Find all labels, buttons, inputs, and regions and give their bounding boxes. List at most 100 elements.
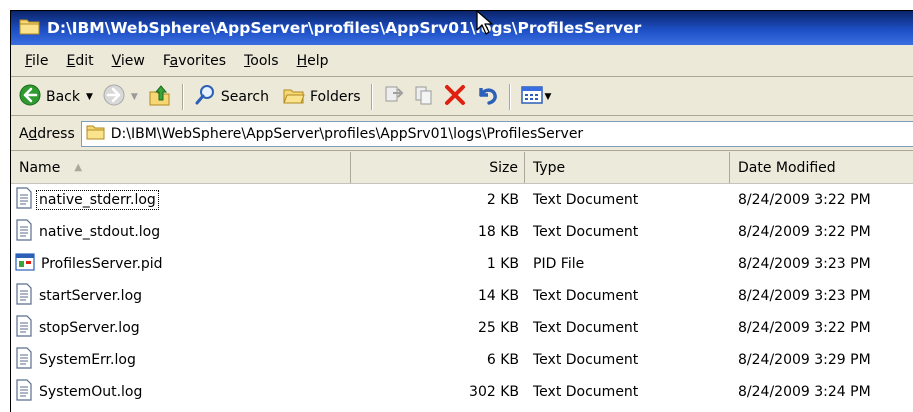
file-size: 1 KB: [486, 256, 519, 272]
table-row[interactable]: startServer.log 14 KB Text Document 8/24…: [11, 280, 913, 312]
move-to-icon: [383, 84, 405, 110]
forward-dropdown-icon[interactable]: ▼: [131, 92, 138, 102]
file-list[interactable]: Name ▲ Size Type Date Modified native_st…: [11, 152, 913, 412]
column-header-size[interactable]: Size: [351, 152, 525, 183]
undo-icon: [475, 83, 499, 111]
file-size: 2 KB: [486, 192, 519, 208]
forward-button[interactable]: ▼: [99, 82, 144, 112]
file-name: ProfilesServer.pid: [41, 256, 163, 272]
menu-favorites[interactable]: Favorites: [155, 53, 236, 69]
file-type: Text Document: [533, 384, 639, 400]
text-file-icon: [15, 379, 33, 405]
file-type: PID File: [533, 256, 585, 272]
text-file-icon: [15, 219, 33, 245]
sort-ascending-icon: ▲: [74, 162, 83, 173]
column-header-name-label: Name: [19, 159, 61, 176]
address-label: Address: [19, 125, 75, 142]
table-row[interactable]: SystemErr.log 6 KB Text Document 8/24/20…: [11, 344, 913, 376]
title-bar[interactable]: D:\IBM\WebSphere\AppServer\profiles\AppS…: [11, 11, 913, 45]
file-size: 18 KB: [477, 224, 519, 240]
file-size: 25 KB: [477, 320, 519, 336]
file-name-cell: SystemErr.log: [11, 347, 351, 373]
file-type: Text Document: [533, 288, 639, 304]
menu-view[interactable]: View: [104, 53, 155, 69]
file-type: Text Document: [533, 320, 639, 336]
up-folder-button[interactable]: [144, 82, 176, 112]
menu-tools[interactable]: Tools: [236, 53, 289, 69]
text-file-icon: [15, 347, 33, 373]
back-label: Back: [46, 88, 80, 105]
table-row[interactable]: ProfilesServer.pid 1 KB PID File 8/24/20…: [11, 248, 913, 280]
file-name-cell: native_stderr.log: [11, 187, 351, 213]
file-size: 14 KB: [477, 288, 519, 304]
folders-button[interactable]: Folders: [279, 82, 365, 112]
column-header-row: Name ▲ Size Type Date Modified: [11, 152, 913, 184]
views-button[interactable]: ▼: [517, 82, 558, 112]
file-rows: native_stderr.log 2 KB Text Document 8/2…: [11, 184, 913, 408]
delete-button[interactable]: [439, 82, 471, 112]
toolbar-separator: [508, 83, 511, 110]
column-header-name[interactable]: Name ▲: [11, 152, 351, 183]
table-row[interactable]: SystemOut.log 302 KB Text Document 8/24/…: [11, 376, 913, 408]
file-name: startServer.log: [39, 288, 143, 304]
copy-to-button[interactable]: [409, 82, 439, 112]
up-folder-icon: [148, 83, 172, 111]
table-row[interactable]: stopServer.log 25 KB Text Document 8/24/…: [11, 312, 913, 344]
column-header-date-modified[interactable]: Date Modified: [730, 152, 913, 183]
file-name: stopServer.log: [39, 320, 140, 336]
column-header-type[interactable]: Type: [525, 152, 730, 183]
text-file-icon: [15, 315, 33, 341]
file-size: 6 KB: [486, 352, 519, 368]
file-name-cell: stopServer.log: [11, 315, 351, 341]
address-value: D:\IBM\WebSphere\AppServer\profiles\AppS…: [110, 125, 584, 142]
folder-icon: [86, 124, 106, 144]
file-date-modified: 8/24/2009 3:22 PM: [738, 192, 871, 208]
search-button[interactable]: Search: [190, 82, 273, 112]
back-dropdown-icon[interactable]: ▼: [86, 92, 93, 102]
back-button[interactable]: Back ▼: [15, 82, 99, 112]
views-dropdown-icon[interactable]: ▼: [545, 92, 552, 102]
views-icon: [520, 85, 543, 109]
forward-arrow-icon: [103, 84, 125, 110]
search-label: Search: [220, 88, 269, 105]
column-header-date-label: Date Modified: [738, 159, 836, 176]
file-type: Text Document: [533, 224, 639, 240]
file-name: native_stderr.log: [36, 190, 159, 210]
file-name: native_stdout.log: [39, 224, 161, 240]
window-title: D:\IBM\WebSphere\AppServer\profiles\AppS…: [47, 19, 642, 37]
file-size: 302 KB: [469, 384, 519, 400]
folders-icon: [283, 85, 305, 109]
undo-button[interactable]: [471, 82, 503, 112]
table-row[interactable]: native_stdout.log 18 KB Text Document 8/…: [11, 216, 913, 248]
menu-bar: File Edit View Favorites Tools Help: [11, 45, 913, 77]
column-header-type-label: Type: [533, 159, 566, 176]
table-row[interactable]: native_stderr.log 2 KB Text Document 8/2…: [11, 184, 913, 216]
file-date-modified: 8/24/2009 3:23 PM: [738, 288, 871, 304]
file-date-modified: 8/24/2009 3:23 PM: [738, 256, 871, 272]
address-input[interactable]: D:\IBM\WebSphere\AppServer\profiles\AppS…: [80, 120, 913, 147]
pid-file-icon: [15, 252, 35, 276]
menu-edit[interactable]: Edit: [58, 53, 103, 69]
file-date-modified: 8/24/2009 3:22 PM: [738, 224, 871, 240]
address-bar: Address D:\IBM\WebSphere\AppServer\profi…: [11, 117, 913, 151]
file-type: Text Document: [533, 192, 639, 208]
folders-label: Folders: [309, 88, 361, 105]
explorer-window: D:\IBM\WebSphere\AppServer\profiles\AppS…: [10, 10, 913, 412]
toolbar-separator: [181, 83, 184, 110]
menu-help[interactable]: Help: [289, 53, 339, 69]
file-name-cell: ProfilesServer.pid: [11, 252, 351, 276]
search-icon: [194, 84, 216, 110]
column-header-size-label: Size: [489, 159, 518, 176]
delete-x-icon: [443, 83, 467, 111]
move-to-button[interactable]: [379, 82, 409, 112]
menu-file[interactable]: File: [17, 53, 58, 69]
back-arrow-icon: [19, 84, 41, 110]
file-name-cell: native_stdout.log: [11, 219, 351, 245]
file-type: Text Document: [533, 352, 639, 368]
toolbar-separator: [370, 83, 373, 110]
toolbar: Back ▼ ▼ Search Folders ▼: [11, 78, 913, 116]
file-date-modified: 8/24/2009 3:22 PM: [738, 320, 871, 336]
file-name-cell: SystemOut.log: [11, 379, 351, 405]
file-name: SystemOut.log: [39, 384, 143, 400]
mouse-cursor-icon: [476, 11, 494, 40]
